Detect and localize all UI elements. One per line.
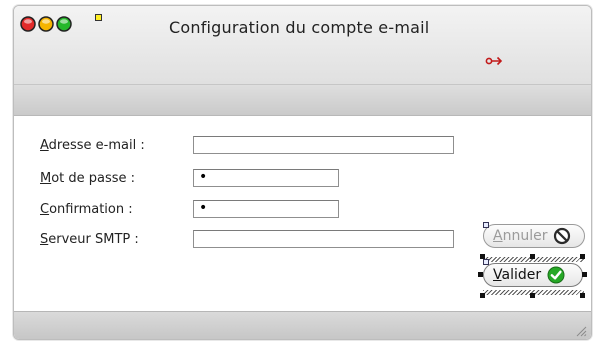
cancel-button[interactable]: Annuler <box>483 224 585 248</box>
email-field[interactable] <box>193 136 454 154</box>
exit-icon[interactable] <box>485 55 503 67</box>
logout-arrow-icon <box>485 56 503 66</box>
check-circle-icon <box>547 266 565 284</box>
resize-handle[interactable] <box>580 293 585 298</box>
title-bar: Configuration du compte e-mail <box>14 6 591 85</box>
resize-handle[interactable] <box>582 272 587 277</box>
resize-handle[interactable] <box>530 254 535 259</box>
maximize-circle-icon <box>56 16 72 32</box>
smtp-server-field[interactable] <box>193 230 454 248</box>
password-field[interactable]: • <box>193 169 339 187</box>
no-entry-icon <box>554 227 571 245</box>
confirm-password-field[interactable]: • <box>193 200 339 218</box>
minimize-circle-icon <box>38 16 54 32</box>
minimize-window-button[interactable] <box>38 16 54 32</box>
cancel-button-label: Annuler <box>493 228 548 244</box>
toolbar-toggle-button[interactable] <box>95 14 102 21</box>
resize-handle[interactable] <box>480 293 485 298</box>
smtp-label: Serveur SMTP : <box>40 232 139 247</box>
validate-button[interactable]: Valider <box>483 263 583 287</box>
selection-handle <box>483 222 489 228</box>
selection-handle <box>483 259 489 265</box>
close-circle-icon <box>20 16 36 32</box>
maximize-window-button[interactable] <box>56 16 72 32</box>
close-window-button[interactable] <box>20 16 36 32</box>
resize-grip-icon[interactable] <box>575 325 587 337</box>
resize-handle[interactable] <box>580 254 585 259</box>
window-controls <box>20 16 72 32</box>
window-title: Configuration du compte e-mail <box>169 18 430 37</box>
resize-handle[interactable] <box>480 254 485 259</box>
validate-button-label: Valider <box>493 267 542 283</box>
dialog-window: Configuration du compte e-mail Adresse e… <box>13 5 592 340</box>
email-label: Adresse e-mail : <box>40 138 145 153</box>
confirm-label: Confirmation : <box>40 202 133 217</box>
resize-handle[interactable] <box>530 293 535 298</box>
resize-handle[interactable] <box>478 272 483 277</box>
toolbar <box>14 85 591 116</box>
password-label: Mot de passe : <box>40 171 136 186</box>
status-bar <box>14 311 591 339</box>
